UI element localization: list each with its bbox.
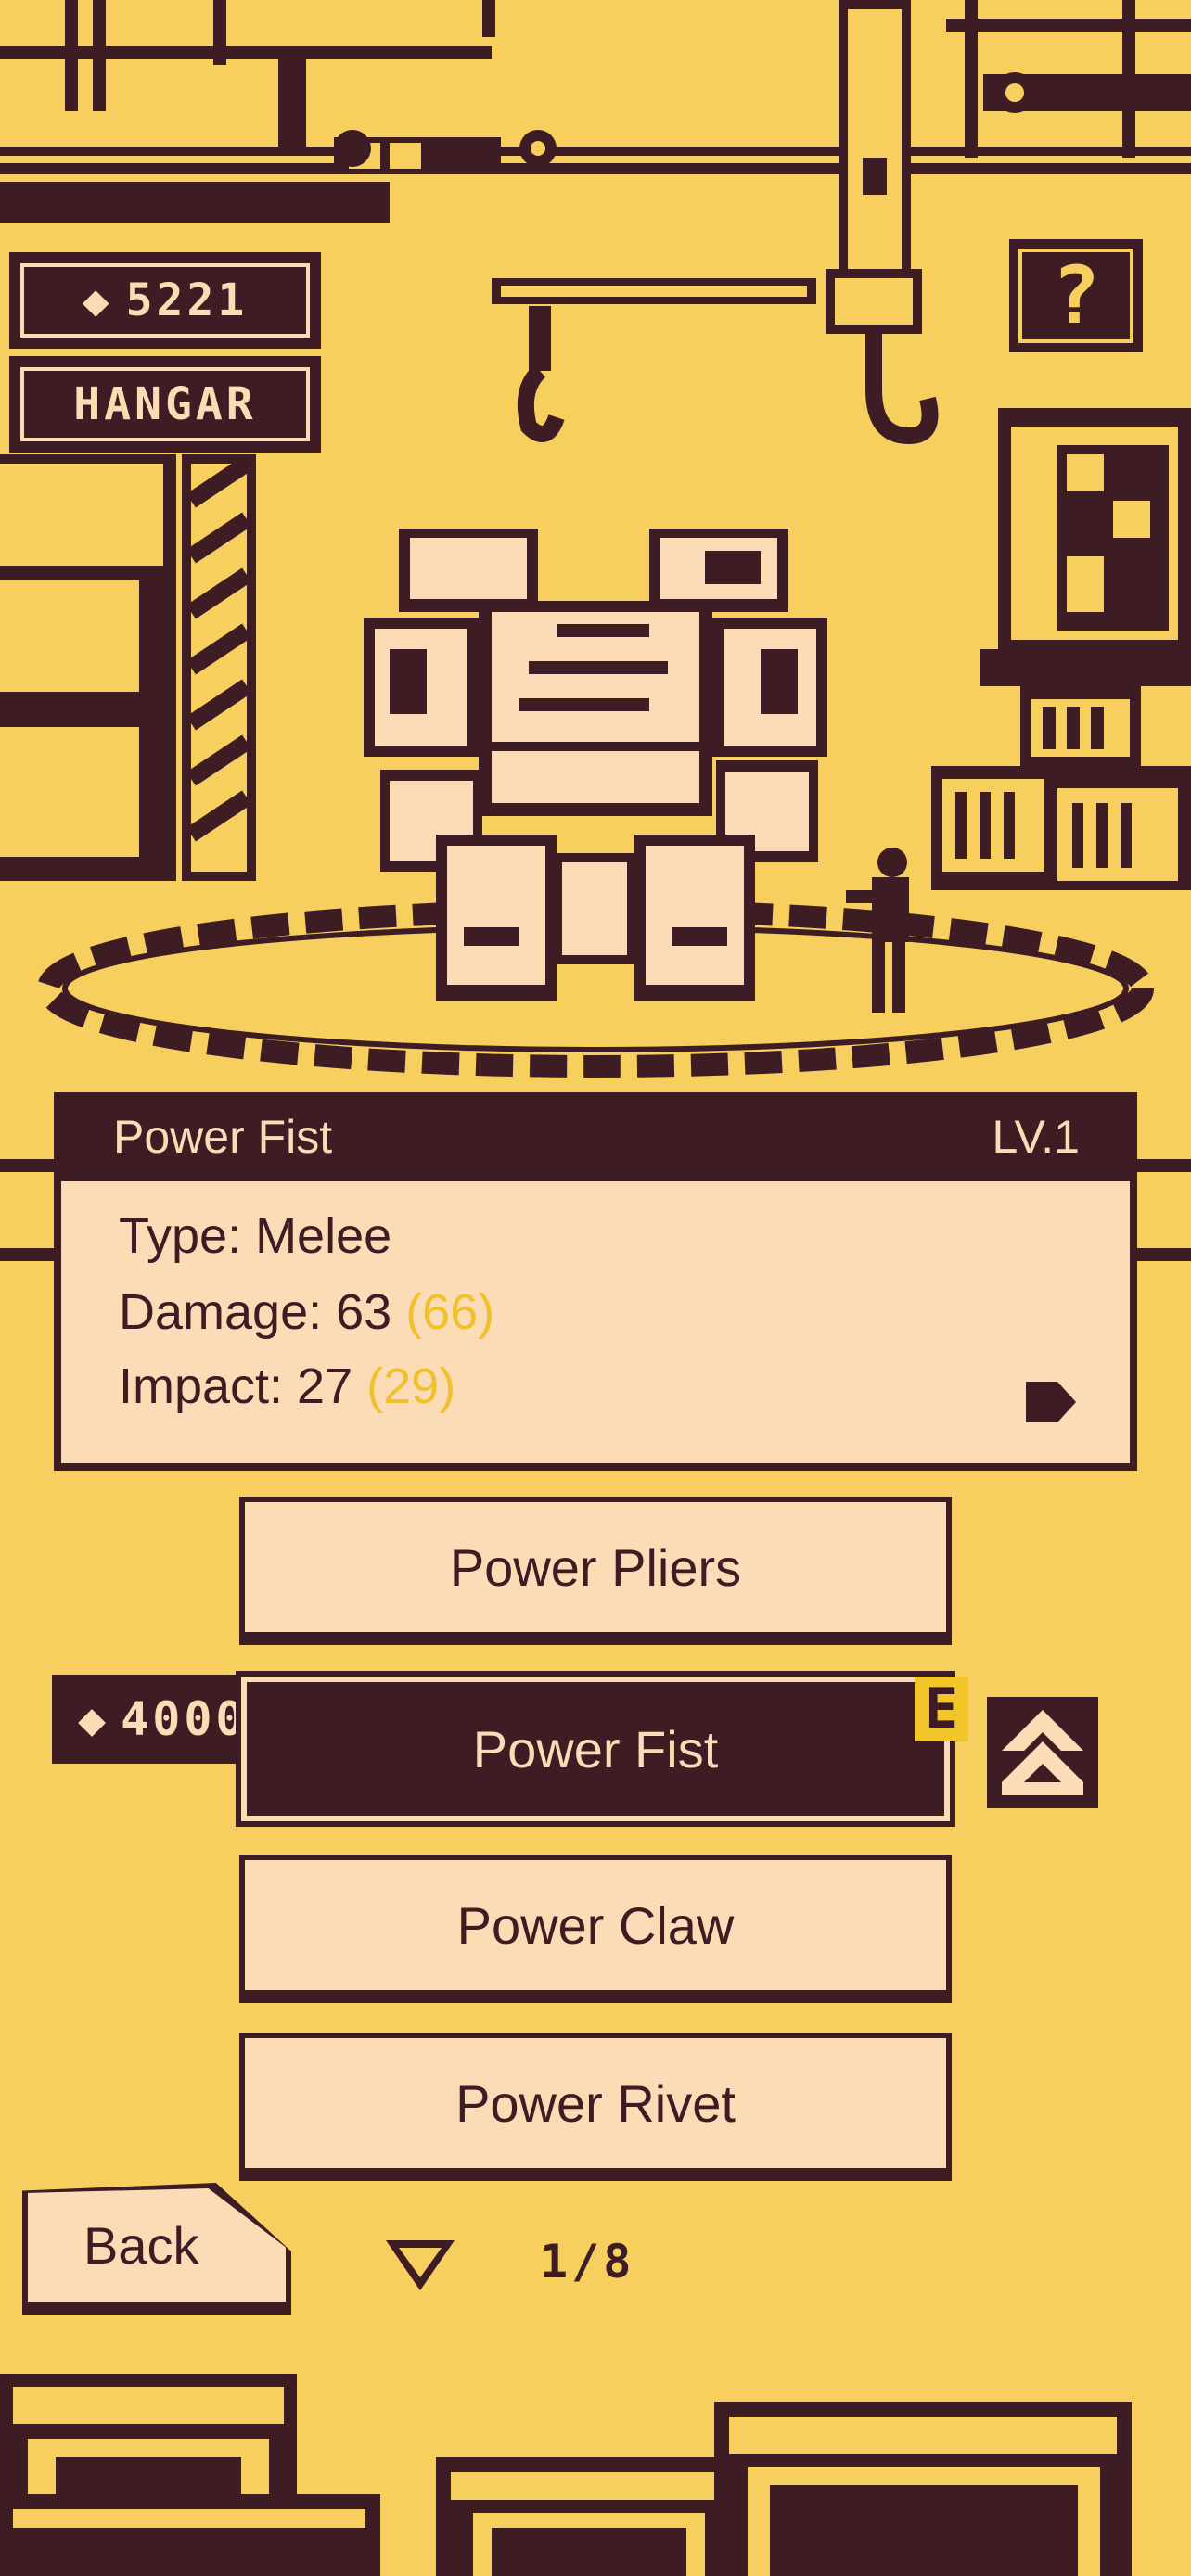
back-label: Back	[28, 2188, 286, 2302]
weapon-name: Power Fist	[113, 1111, 333, 1163]
stat-impact-value: Impact: 27	[119, 1358, 353, 1414]
weapon-option-label: Power Pliers	[245, 1502, 946, 1632]
coin-icon: ◆	[82, 274, 113, 326]
question-icon: ?	[1018, 249, 1133, 343]
foreground-crates	[0, 2374, 1132, 2576]
location-label: HANGAR	[73, 378, 257, 430]
hangar-scenery	[0, 0, 1191, 1078]
stat-type: Type: Melee	[119, 1208, 392, 1264]
equipped-badge: E	[915, 1677, 968, 1741]
weapon-info-panel: Power Fist LV.1 Type: Melee Damage: 63 (…	[54, 1092, 1137, 1471]
side-chain-left	[0, 1159, 54, 1261]
weapon-stats: Type: Melee Damage: 63 (66) Impact: 27 (…	[61, 1181, 1130, 1463]
price-amount: 4000	[121, 1692, 248, 1746]
stat-damage-next: (66)	[405, 1284, 495, 1340]
coin-icon: ◆	[78, 1692, 110, 1746]
page-indicator: 1/8	[540, 2235, 635, 2289]
hangar-screen: ◆ 5221 HANGAR ? Power Fist LV.1 Type: Mel…	[0, 0, 1191, 2576]
weapon-option-power-fist[interactable]: Power Fist	[236, 1671, 955, 1827]
scroll-down-icon[interactable]	[386, 2240, 455, 2290]
weapon-option-label: Power Rivet	[245, 2038, 946, 2168]
double-chevron-up-icon	[1002, 1710, 1083, 1795]
side-chain-right	[1137, 1159, 1191, 1261]
weapon-option-label: Power Claw	[245, 1860, 946, 1990]
weapon-option-power-claw[interactable]: Power Claw	[239, 1855, 952, 2003]
back-button[interactable]: Back	[22, 2183, 291, 2315]
stat-damage-value: Damage: 63	[119, 1284, 392, 1340]
location-plate: HANGAR	[9, 356, 321, 453]
stat-impact: Impact: 27 (29)	[119, 1358, 455, 1415]
weapon-option-power-pliers[interactable]: Power Pliers	[239, 1497, 952, 1645]
next-page-icon[interactable]	[1026, 1382, 1078, 1422]
weapon-option-label: Power Fist	[247, 1682, 944, 1816]
weapon-option-power-rivet[interactable]: Power Rivet	[239, 2033, 952, 2181]
coin-counter: ◆ 5221	[9, 252, 321, 349]
coin-amount: 5221	[125, 274, 249, 326]
stat-damage: Damage: 63 (66)	[119, 1283, 494, 1341]
help-button[interactable]: ?	[1009, 239, 1143, 352]
stat-impact-next: (29)	[366, 1358, 456, 1414]
weapon-level: LV.1	[992, 1111, 1080, 1163]
upgrade-button[interactable]	[987, 1697, 1098, 1808]
